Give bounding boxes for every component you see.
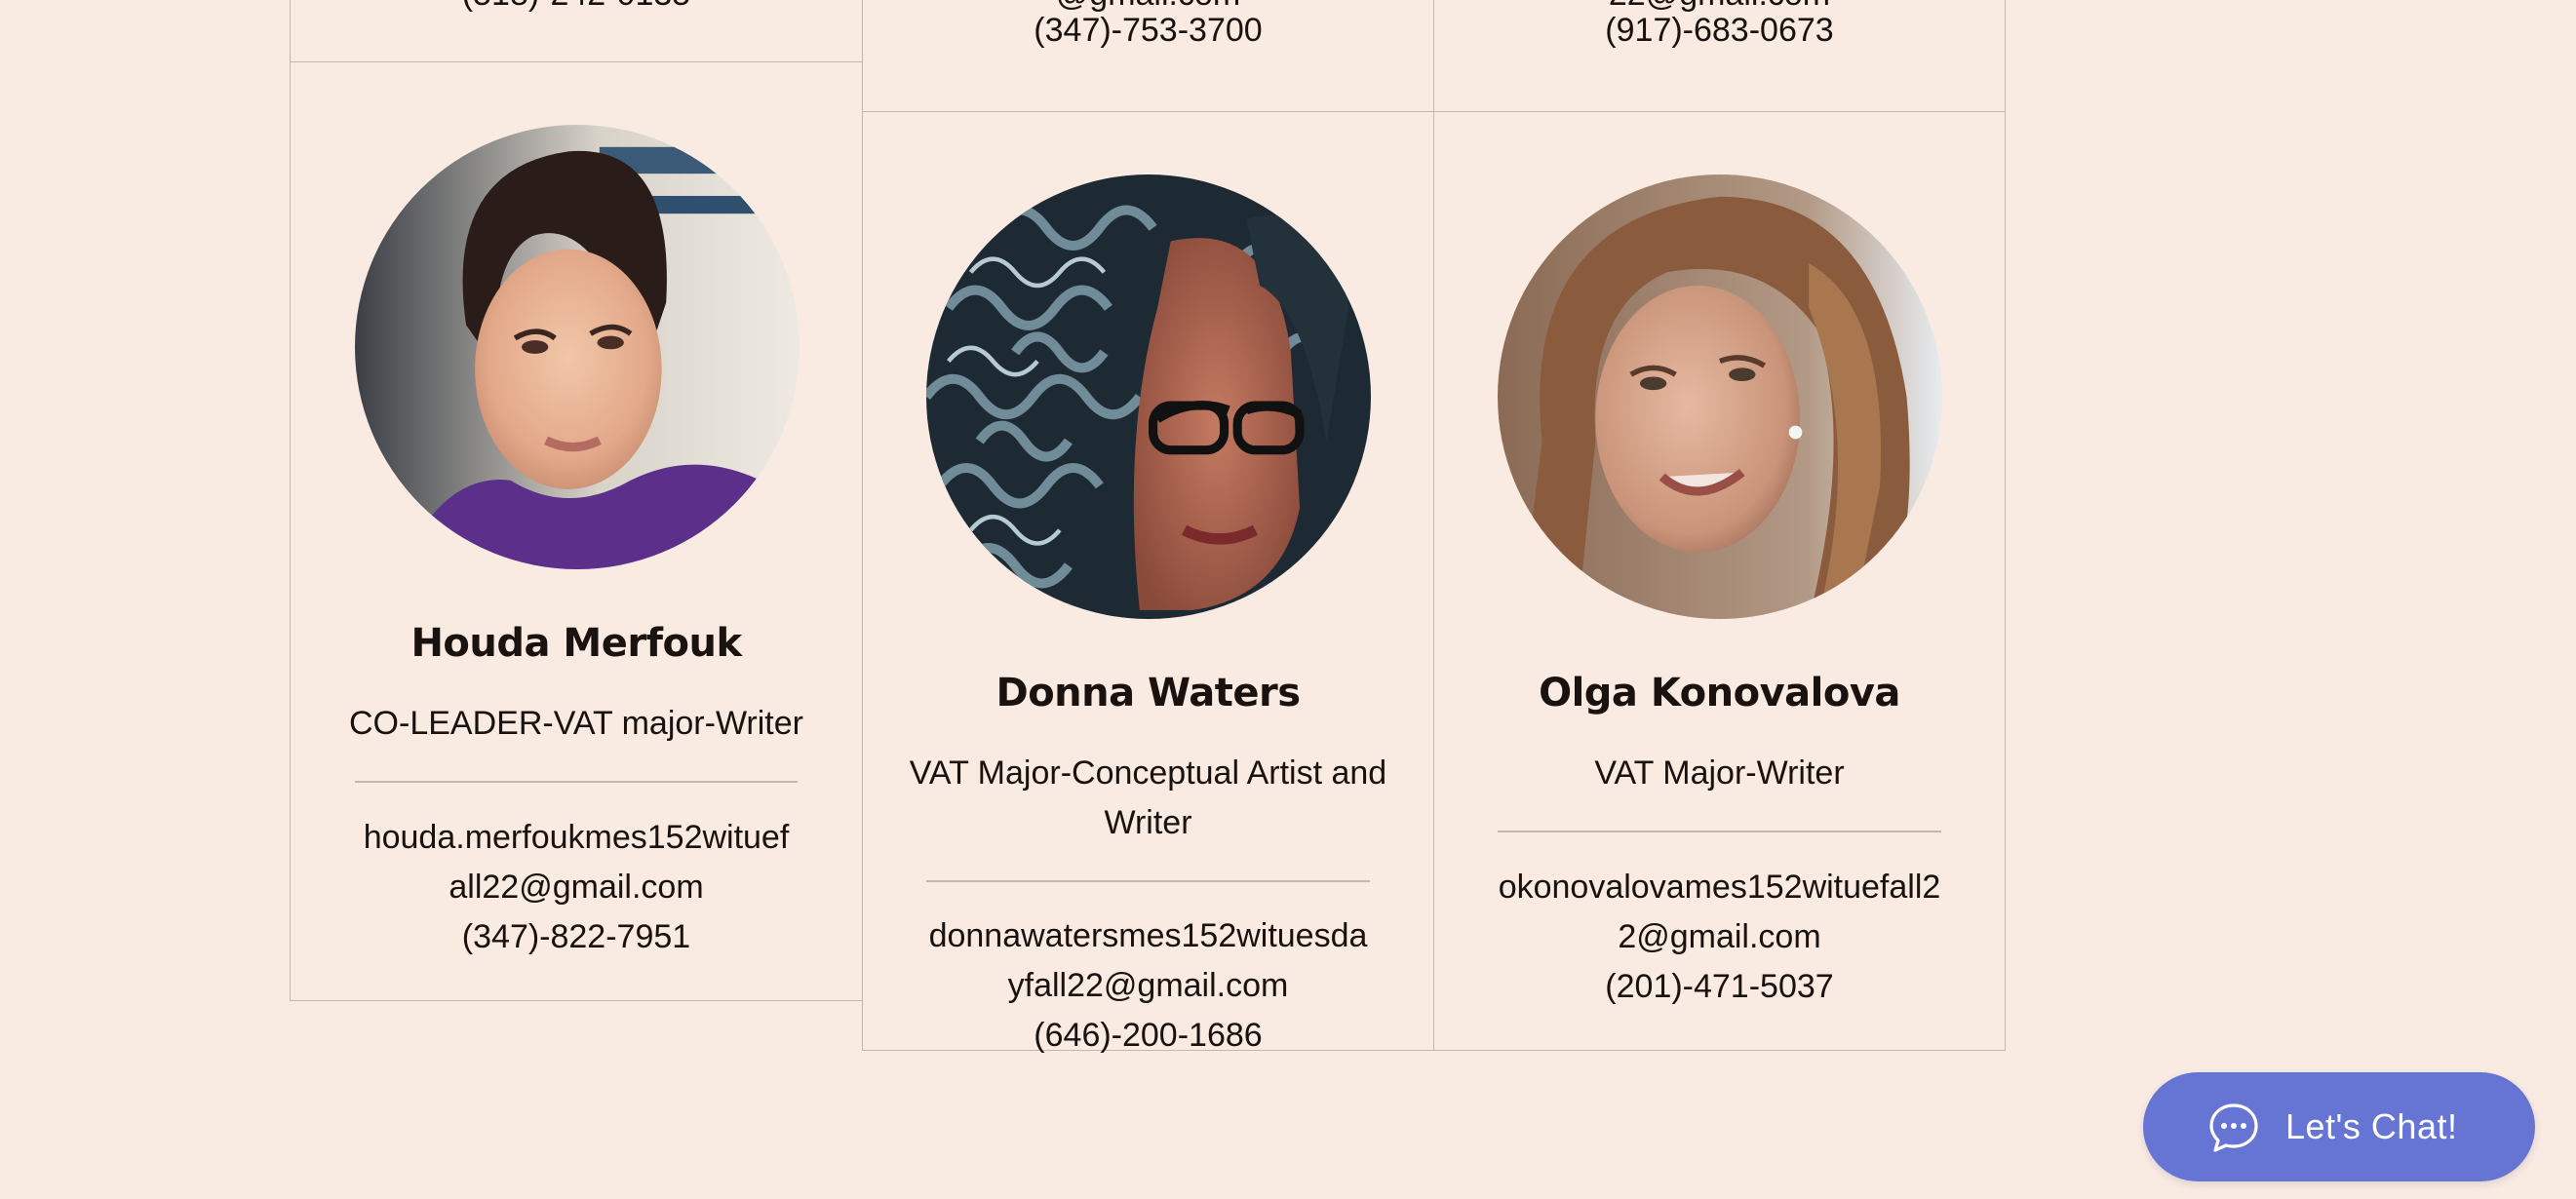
member-name: Houda Merfouk [410,621,742,666]
member-email-line1[interactable]: okonovalovames152wituefall2 [1464,863,1975,912]
chat-label: Let's Chat! [2285,1106,2458,1146]
prev-phone: (917)-683-0673 [1605,12,1834,49]
member-name: Olga Konovalova [1539,671,1900,716]
member-contact: houda.merfoukmes152wituef all22@gmail.co… [320,813,833,962]
portrait-photo [1498,174,1942,619]
member-email-line2[interactable]: 2@gmail.com [1464,912,1975,962]
prev-phone: (347)-753-3700 [1034,12,1263,49]
member-role: CO-LEADER-VAT major-Writer [349,705,803,742]
member-contact: okonovalovames152wituefall2 2@gmail.com … [1464,863,1975,1012]
member-phone[interactable]: (646)-200-1686 [892,1011,1404,1061]
prev-card-col2: @gmail.com (347)-753-3700 [862,0,1434,112]
card-divider [926,880,1370,882]
card-divider [355,781,798,783]
prev-card-col3: 22@gmail.com (917)-683-0673 [1433,0,2006,112]
member-email-line1[interactable]: donnawatersmes152wituesda [892,911,1404,961]
member-role: VAT Major-Conceptual Artist and Writer [909,754,1387,841]
member-role: VAT Major-Writer [1594,754,1845,792]
chat-bubble-icon [2207,1102,2260,1154]
team-member-card: Donna Waters VAT Major-Conceptual Artist… [862,111,1434,1054]
member-name: Donna Waters [995,671,1301,716]
prev-phone: (518)-242-0135 [291,0,862,19]
member-email-line1[interactable]: houda.merfoukmes152wituef [320,813,833,863]
portrait-photo [355,125,800,569]
card-divider [1498,831,1941,832]
team-member-card: Houda Merfouk CO-LEADER-VAT major-Writer… [290,61,863,1001]
member-contact: donnawatersmes152wituesda yfall22@gmail.… [892,911,1404,1061]
member-phone[interactable]: (201)-471-5037 [1464,962,1975,1012]
chat-button[interactable]: Let's Chat! [2143,1072,2535,1181]
prev-card-col1: (518)-242-0135 [290,0,863,62]
member-email-line2[interactable]: yfall22@gmail.com [892,961,1404,1011]
team-member-card: Olga Konovalova VAT Major-Writer okonova… [1433,111,2006,1051]
portrait-photo [926,174,1371,619]
member-email-line2[interactable]: all22@gmail.com [320,863,833,912]
member-phone[interactable]: (347)-822-7951 [320,912,833,962]
